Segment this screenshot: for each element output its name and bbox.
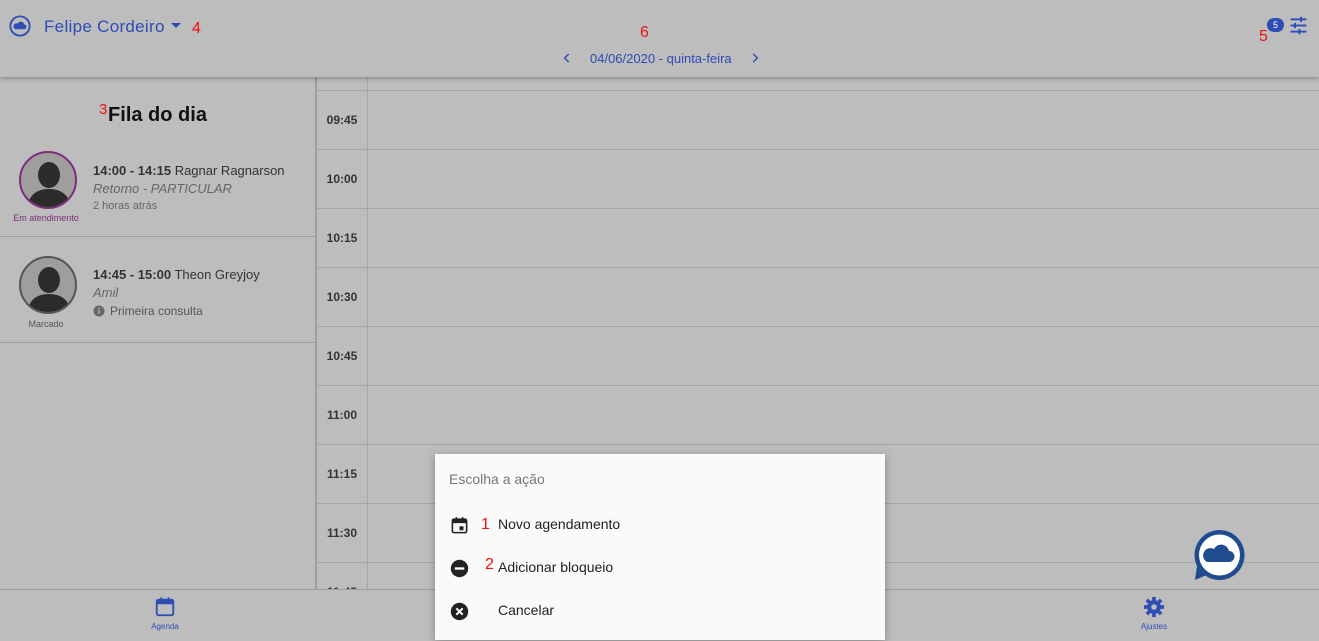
nav-settings[interactable]: Ajustes: [1114, 596, 1194, 631]
time-label: 09:45: [317, 91, 368, 150]
time-slot-row[interactable]: 11:00: [317, 385, 1319, 445]
status-label: Marcado: [28, 319, 64, 329]
action-dialog: Escolha a ação 1 Novo agendamento 2 Adic…: [435, 454, 885, 640]
appointment-time-name: 14:45 - 15:00 Theon Greyjoy: [93, 267, 260, 282]
appointment-plan: Amil: [93, 285, 119, 300]
queue-item[interactable]: Em atendimento 14:00 - 14:15 Ragnar Ragn…: [0, 137, 315, 237]
chevron-left-icon[interactable]: [560, 51, 574, 65]
chevron-right-icon[interactable]: [748, 51, 762, 65]
person-silhouette-icon: [27, 267, 71, 312]
tune-filter-icon[interactable]: [1288, 15, 1309, 36]
appointment-time: 14:45 - 15:00: [93, 267, 172, 282]
time-slot-row[interactable]: 10:30: [317, 267, 1319, 327]
info-icon: [93, 305, 105, 317]
avatar: [19, 151, 77, 209]
user-name-dropdown[interactable]: Felipe Cordeiro: [44, 17, 165, 37]
elapsed-time: 2 horas atrás: [93, 200, 158, 212]
cancel-action[interactable]: Cancelar: [435, 591, 885, 631]
cloud-logo-icon[interactable]: [9, 15, 31, 37]
time-label: 11:00: [317, 386, 368, 445]
nav-agenda-label: Agenda: [151, 622, 179, 631]
time-label: 11:30: [317, 504, 368, 563]
time-slot-row[interactable]: 10:00: [317, 149, 1319, 209]
time-label: 10:15: [317, 209, 368, 268]
avatar: [19, 256, 77, 314]
new-appointment-label: Novo agendamento: [498, 516, 621, 532]
new-appointment-action[interactable]: 1 Novo agendamento: [435, 505, 885, 545]
queue-title: Fila do dia: [108, 104, 207, 126]
close-circle-icon: [450, 602, 469, 621]
time-label: 11:45: [317, 563, 368, 589]
queue-item[interactable]: Marcado 14:45 - 15:00 Theon Greyjoy Amil…: [0, 237, 315, 343]
time-slot-row[interactable]: 10:15: [317, 208, 1319, 268]
time-label: 10:30: [317, 268, 368, 327]
nav-settings-label: Ajustes: [1140, 622, 1168, 631]
appointment-time: 14:00 - 14:15: [93, 163, 172, 178]
appointment-plan: Retorno - PARTICULAR: [93, 181, 232, 196]
status-label: Em atendimento: [13, 213, 79, 223]
gear-icon: [1143, 596, 1165, 618]
patient-name: Ragnar Ragnarson: [174, 163, 285, 178]
current-date[interactable]: 04/06/2020 - quinta-feira: [590, 51, 732, 66]
patient-name: Theon Greyjoy: [174, 267, 260, 282]
annotation-2: 2: [485, 556, 494, 573]
appointment-note-text: Primeira consulta: [110, 304, 203, 318]
annotation-6: 6: [640, 24, 649, 41]
time-label: 10:00: [317, 150, 368, 209]
add-block-action[interactable]: 2 Adicionar bloqueio: [435, 548, 885, 588]
annotation-4: 4: [192, 20, 201, 37]
dialog-title: Escolha a ação: [449, 471, 545, 487]
app-bar: Felipe Cordeiro 4 6 04/06/2020 - quinta-…: [0, 0, 1319, 77]
minus-circle-icon: [450, 559, 469, 578]
annotation-5: 5: [1259, 28, 1268, 45]
time-label: 11:15: [317, 445, 368, 504]
add-block-label: Adicionar bloqueio: [498, 559, 614, 575]
caret-down-icon[interactable]: [171, 23, 181, 28]
appointment-time-name: 14:00 - 14:15 Ragnar Ragnarson: [93, 163, 285, 178]
appointment-note: Primeira consulta: [93, 304, 203, 318]
cancel-label: Cancelar: [498, 602, 555, 618]
person-silhouette-icon: [27, 162, 71, 207]
daily-queue-panel: 3 Fila do dia Em atendimento 14:00 - 14:…: [0, 77, 317, 589]
calendar-icon: [155, 597, 175, 617]
nav-agenda[interactable]: Agenda: [125, 596, 205, 631]
time-slot-row[interactable]: 09:45: [317, 90, 1319, 150]
time-slot-row[interactable]: 10:45: [317, 326, 1319, 386]
time-label: 10:45: [317, 327, 368, 386]
calendar-event-icon: [451, 517, 468, 534]
annotation-1: 1: [481, 516, 490, 533]
time-slot-row[interactable]: [317, 77, 1319, 91]
chat-bubble-icon[interactable]: [1193, 530, 1246, 582]
filter-count-badge: 5: [1267, 18, 1284, 32]
date-navigator: 04/06/2020 - quinta-feira: [560, 48, 762, 68]
